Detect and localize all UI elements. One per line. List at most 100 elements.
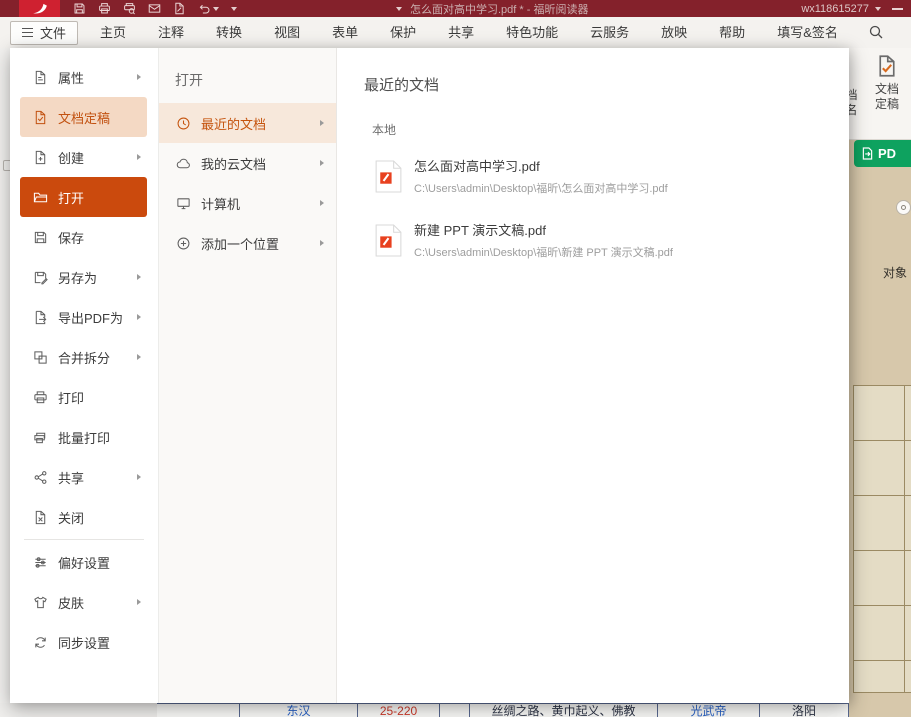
account-name: wx118615277	[801, 3, 869, 15]
ribbon-partial-button[interactable]: 文档签名	[849, 88, 859, 118]
close-document-icon	[33, 510, 48, 525]
save-icon	[33, 230, 48, 245]
tab-share[interactable]: 共享	[432, 17, 490, 48]
save-button[interactable]	[73, 2, 86, 15]
save-icon	[73, 2, 86, 15]
tab-view[interactable]: 视图	[258, 17, 316, 48]
undo-button[interactable]	[198, 2, 219, 15]
file-menu-button[interactable]: 文件	[10, 21, 78, 45]
sidebar-item-label: 偏好设置	[58, 553, 141, 572]
doc-finalize-ribbon-button[interactable]: 文档定稿	[871, 54, 903, 112]
sidebar-item-label: 关闭	[58, 508, 141, 527]
recent-file-row[interactable]: 怎么面对高中学习.pdf C:\Users\admin\Desktop\福昕\怎…	[375, 150, 849, 202]
document-switcher-caret[interactable]	[396, 7, 402, 11]
recent-file-row[interactable]: 新建 PPT 演示文稿.pdf C:\Users\admin\Desktop\福…	[375, 214, 849, 266]
open-item-cloud-docs[interactable]: 我的云文档	[159, 143, 336, 183]
submenu-arrow-icon	[137, 314, 141, 320]
document-page-fragment	[849, 140, 911, 703]
submenu-arrow-icon	[137, 74, 141, 80]
collapse-widget-button[interactable]	[896, 200, 911, 215]
file-menu-label: 文件	[40, 23, 66, 42]
open-panel-title: 打开	[175, 70, 336, 90]
account-dropdown-caret	[875, 7, 881, 11]
sidebar-item-share[interactable]: 共享	[20, 457, 147, 497]
tab-form[interactable]: 表单	[316, 17, 374, 48]
tab-fill-sign[interactable]: 填写&签名	[761, 17, 854, 48]
submenu-arrow-icon	[137, 274, 141, 280]
sidebar-item-open[interactable]: 打开	[20, 177, 147, 217]
local-group-label: 本地	[372, 121, 849, 138]
sidebar-item-close[interactable]: 关闭	[20, 497, 147, 537]
foxit-logo[interactable]	[19, 0, 60, 17]
sidebar-item-doc-finalize[interactable]: 文档定稿	[20, 97, 147, 137]
save-as-icon	[33, 270, 48, 285]
submenu-arrow-icon	[320, 120, 324, 126]
sidebar-item-properties[interactable]: 属性	[20, 57, 147, 97]
sidebar-item-print[interactable]: 打印	[20, 377, 147, 417]
open-item-label: 添加一个位置	[201, 234, 310, 253]
merge-split-icon	[33, 350, 48, 365]
background-right-strip: 文档签名 文档定稿 PD 对象	[849, 48, 911, 703]
file-text-block: 新建 PPT 演示文稿.pdf C:\Users\admin\Desktop\福…	[414, 220, 673, 260]
sidebar-item-merge-split[interactable]: 合并拆分	[20, 337, 147, 377]
cloud-icon	[176, 156, 191, 171]
pdf-convert-icon	[862, 147, 873, 160]
sidebar-item-preferences[interactable]: 偏好设置	[20, 542, 147, 582]
tab-protect[interactable]: 保护	[374, 17, 432, 48]
object-label: 对象	[883, 264, 907, 281]
edit-document-button[interactable]	[173, 2, 186, 15]
customize-toolbar-button[interactable]	[231, 7, 237, 11]
tab-cloud-services[interactable]: 云服务	[574, 17, 645, 48]
sidebar-item-batch-print[interactable]: 批量打印	[20, 417, 147, 457]
document-bottom-strip: 东汉 25-220 丝绸之路、黄巾起义、佛教 光武帝 洛阳	[0, 703, 911, 717]
sidebar-item-save[interactable]: 保存	[20, 217, 147, 257]
doc-cell-emperor: 光武帝	[658, 704, 760, 717]
account-area[interactable]: wx118615277	[801, 0, 881, 17]
tab-convert[interactable]: 转换	[200, 17, 258, 48]
open-item-add-location[interactable]: 添加一个位置	[159, 223, 336, 263]
share-icon	[33, 470, 48, 485]
sync-icon	[33, 635, 48, 650]
left-panel-strip	[0, 48, 10, 703]
foxit-logo-icon	[31, 3, 49, 15]
file-text-block: 怎么面对高中学习.pdf C:\Users\admin\Desktop\福昕\怎…	[414, 156, 668, 196]
edit-document-icon	[173, 2, 186, 15]
sidebar-item-skin[interactable]: 皮肤	[20, 582, 147, 622]
print-button[interactable]	[98, 2, 111, 15]
sidebar-item-label: 打开	[58, 188, 141, 207]
search-button[interactable]	[868, 24, 884, 40]
open-item-computer[interactable]: 计算机	[159, 183, 336, 223]
pdf-to-office-badge[interactable]: PD	[854, 140, 911, 167]
tab-help[interactable]: 帮助	[703, 17, 761, 48]
open-item-recent-docs[interactable]: 最近的文档	[159, 103, 336, 143]
hamburger-icon	[22, 28, 33, 37]
sidebar-item-create[interactable]: 创建	[20, 137, 147, 177]
customize-toolbar-caret	[231, 7, 237, 11]
tab-features[interactable]: 特色功能	[490, 17, 574, 48]
sidebar-item-export-pdf[interactable]: 导出PDF为	[20, 297, 147, 337]
tab-comment[interactable]: 注释	[142, 17, 200, 48]
sidebar-item-label: 导出PDF为	[58, 308, 127, 327]
sidebar-item-label: 属性	[58, 68, 127, 87]
file-path: C:\Users\admin\Desktop\福昕\怎么面对高中学习.pdf	[414, 180, 668, 196]
doc-cell-empty-2	[440, 704, 470, 717]
sidebar-item-label: 合并拆分	[58, 348, 127, 367]
left-panel-tab-icon[interactable]	[3, 160, 10, 171]
document-table-fragment	[853, 385, 911, 693]
pdf-badge-label: PD	[878, 146, 896, 161]
tab-home[interactable]: 主页	[84, 17, 142, 48]
print-icon	[33, 390, 48, 405]
sidebar-item-save-as[interactable]: 另存为	[20, 257, 147, 297]
doc-cell-capital: 洛阳	[760, 704, 849, 717]
email-button[interactable]	[148, 2, 161, 15]
minimize-button[interactable]	[892, 8, 903, 10]
search-icon	[868, 24, 884, 40]
doc-finalize-icon	[875, 54, 899, 78]
sidebar-item-sync-settings[interactable]: 同步设置	[20, 622, 147, 662]
properties-icon	[33, 70, 48, 85]
foxit-reader-window: 怎么面对高中学习.pdf * - 福昕阅读器 wx118615277 文件 主页…	[0, 0, 911, 717]
recent-documents-pane: 最近的文档 本地 怎么面对高中学习.pdf C:\Users\admin\Des…	[337, 48, 849, 703]
submenu-arrow-icon	[320, 240, 324, 246]
print-preview-button[interactable]	[123, 2, 136, 15]
tab-slideshow[interactable]: 放映	[645, 17, 703, 48]
